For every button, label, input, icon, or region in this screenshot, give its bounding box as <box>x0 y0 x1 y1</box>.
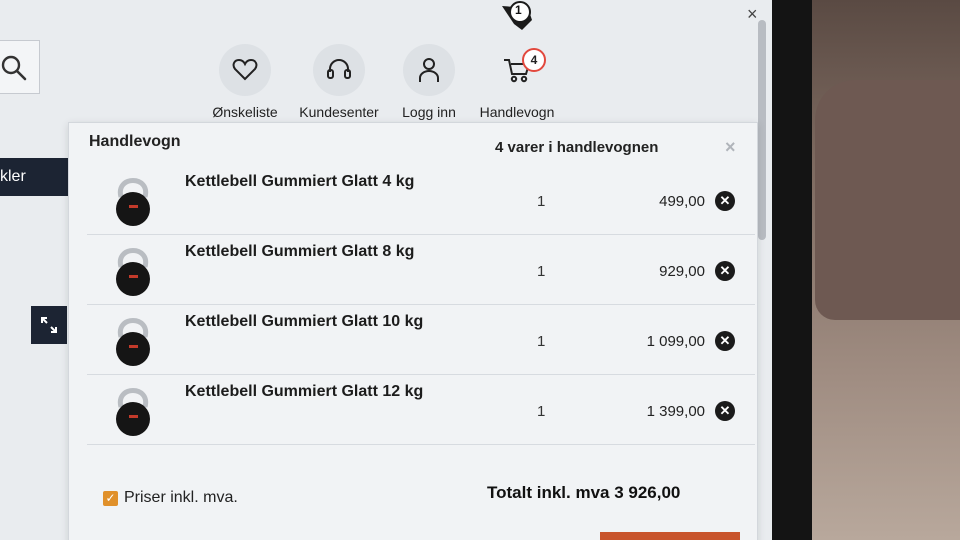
background-chair <box>815 80 960 320</box>
item-name[interactable]: Kettlebell Gummiert Glatt 10 kg <box>185 313 423 331</box>
cart-total: Totalt inkl. mva 3 926,00 <box>487 483 681 502</box>
item-name[interactable]: Kettlebell Gummiert Glatt 12 kg <box>185 383 423 401</box>
nav-customer-service[interactable]: Kundesenter <box>294 44 384 120</box>
remove-item-button[interactable]: ✕ <box>715 401 735 421</box>
cart-item: Kettlebell Gummiert Glatt 4 kg 1 499,00 … <box>87 165 755 235</box>
scrollbar[interactable] <box>757 20 767 250</box>
kettlebell-image <box>116 318 150 366</box>
checkout-button[interactable] <box>600 532 740 540</box>
cart-item: Kettlebell Gummiert Glatt 10 kg 1 1 099,… <box>87 305 755 375</box>
remove-item-button[interactable]: ✕ <box>715 331 735 351</box>
prices-incl-vat-checkbox[interactable]: ✓ <box>103 490 118 506</box>
cart-item: Kettlebell Gummiert Glatt 8 kg 1 929,00 … <box>87 235 755 305</box>
expand-button[interactable] <box>31 306 67 344</box>
cart-title: Handlevogn <box>89 133 181 150</box>
close-icon: ✕ <box>719 193 731 208</box>
close-icon: ✕ <box>719 403 731 418</box>
mini-cart-panel: Handlevogn 4 varer i handlevognen × Kett… <box>68 122 758 540</box>
item-name[interactable]: Kettlebell Gummiert Glatt 8 kg <box>185 243 414 261</box>
close-icon: ✕ <box>719 333 731 348</box>
promo-tag[interactable]: 1 <box>500 0 536 34</box>
kettlebell-image <box>116 388 150 436</box>
kettlebell-image <box>116 178 150 226</box>
nav-label: Ønskeliste <box>212 104 278 120</box>
item-price: 1 099,00 <box>646 333 705 350</box>
cart-item: Kettlebell Gummiert Glatt 12 kg 1 1 399,… <box>87 375 755 445</box>
prices-incl-vat-toggle[interactable]: ✓ Priser inkl. mva. <box>103 489 238 507</box>
item-quantity: 1 <box>537 263 546 280</box>
screen-bezel <box>772 0 812 540</box>
remove-item-button[interactable]: ✕ <box>715 191 735 211</box>
item-price: 1 399,00 <box>646 403 705 420</box>
heart-icon <box>232 58 258 81</box>
scrollbar-thumb[interactable] <box>758 20 766 240</box>
side-menu-label: kler <box>0 168 26 185</box>
item-name[interactable]: Kettlebell Gummiert Glatt 4 kg <box>185 173 414 191</box>
nav-label: Kundesenter <box>299 104 379 120</box>
nav-login[interactable]: Logg inn <box>384 44 474 120</box>
item-quantity: 1 <box>537 403 546 420</box>
nav-label: Handlevogn <box>479 104 555 120</box>
side-menu-tab[interactable]: kler <box>0 158 70 196</box>
prices-incl-vat-label: Priser inkl. mva. <box>124 489 238 506</box>
kettlebell-image <box>116 248 150 296</box>
remove-item-button[interactable]: ✕ <box>715 261 735 281</box>
search-icon <box>1 55 27 81</box>
item-price: 499,00 <box>659 193 705 210</box>
user-icon <box>419 58 439 82</box>
nav-cart[interactable]: 4 Handlevogn <box>472 44 562 120</box>
expand-icon <box>41 317 57 333</box>
headset-icon <box>327 59 351 79</box>
nav-wishlist[interactable]: Ønskeliste <box>200 44 290 120</box>
cart-item-count: 4 varer i handlevognen <box>495 139 659 156</box>
item-quantity: 1 <box>537 333 546 350</box>
item-price: 929,00 <box>659 263 705 280</box>
close-icon[interactable]: × <box>725 137 736 158</box>
search-button[interactable] <box>0 40 40 94</box>
browser-viewport: 1 × Ønskeliste Kundesenter Logg inn 4 Ha… <box>0 0 772 540</box>
promo-badge-count: 1 <box>515 3 522 17</box>
cart-count-badge: 4 <box>522 48 546 72</box>
item-quantity: 1 <box>537 193 546 210</box>
close-icon[interactable]: × <box>747 4 758 25</box>
close-icon: ✕ <box>719 263 731 278</box>
nav-label: Logg inn <box>402 104 456 120</box>
